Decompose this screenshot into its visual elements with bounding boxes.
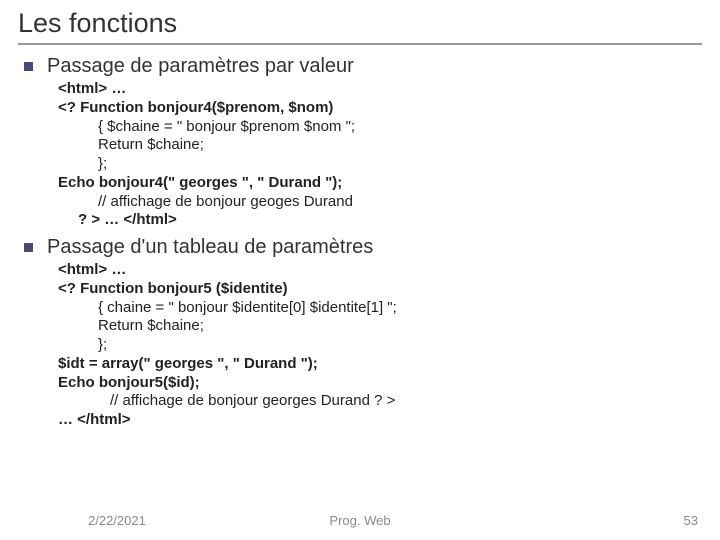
- code-line: <html> …: [58, 261, 702, 280]
- footer-date: 2/22/2021: [88, 513, 146, 528]
- section1-heading: Passage de paramètres par valeur: [47, 55, 354, 78]
- code-line: … </html>: [58, 411, 702, 430]
- section2-heading: Passage d'un tableau de paramètres: [47, 236, 373, 259]
- code-line: Echo bonjour5($id);: [58, 374, 702, 393]
- code-line: };: [98, 336, 702, 355]
- code-line: // affichage de bonjour geoges Durand: [98, 193, 702, 212]
- footer-page-number: 53: [684, 513, 698, 528]
- code-line: Return $chaine;: [98, 136, 702, 155]
- code-line: $idt = array(" georges ", " Durand ");: [58, 355, 702, 374]
- bullet-item-2: Passage d'un tableau de paramètres: [18, 236, 702, 259]
- code-line: <html> …: [58, 80, 702, 99]
- code-line: <? Function bonjour4($prenom, $nom): [58, 99, 702, 118]
- footer-center: Prog. Web: [329, 513, 390, 528]
- code-line: ? > … </html>: [78, 211, 702, 230]
- code-line: Echo bonjour4(" georges ", " Durand ");: [58, 174, 702, 193]
- square-bullet-icon: [24, 243, 33, 252]
- code-line: { $chaine = " bonjour $prenom $nom ";: [98, 118, 702, 137]
- bullet-item-1: Passage de paramètres par valeur: [18, 55, 702, 78]
- code-line: Return $chaine;: [98, 317, 702, 336]
- code-line: { chaine = " bonjour $identite[0] $ident…: [98, 299, 702, 318]
- section2-code: <html> … <? Function bonjour5 ($identite…: [58, 261, 702, 430]
- code-line: };: [98, 155, 702, 174]
- slide-footer: 2/22/2021 Prog. Web 53: [0, 513, 720, 528]
- section1-code: <html> … <? Function bonjour4($prenom, $…: [58, 80, 702, 230]
- slide-title: Les fonctions: [18, 8, 702, 45]
- code-line: // affichage de bonjour georges Durand ?…: [110, 392, 702, 411]
- square-bullet-icon: [24, 62, 33, 71]
- code-line: <? Function bonjour5 ($identite): [58, 280, 702, 299]
